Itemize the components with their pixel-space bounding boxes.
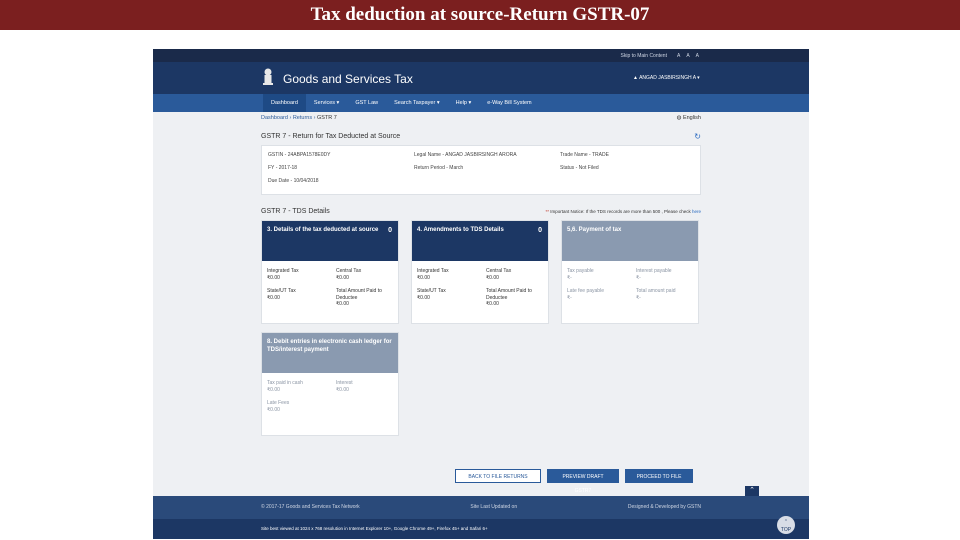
- card-tax-deducted[interactable]: 3. Details of the tax deducted at source…: [261, 220, 399, 324]
- return-summary: GSTIN - 24ABPA1578E0DY Legal Name - ANGA…: [261, 145, 701, 195]
- legal-name: Legal Name - ANGAD JASBIRSINGH ARORA: [414, 152, 517, 158]
- back-to-top-button[interactable]: ⌃ TOP: [777, 516, 795, 534]
- preview-draft-button[interactable]: PREVIEW DRAFT GSTR7: [547, 469, 619, 494]
- nav-search-taxpayer[interactable]: Search Taxpayer ▾: [386, 94, 447, 112]
- return-title: GSTR 7 - Return for Tax Deducted at Sour…: [261, 132, 401, 140]
- important-notice: ** Important Notice: If the TDS records …: [545, 208, 701, 214]
- globe-icon: ◍: [676, 115, 682, 121]
- language-selector[interactable]: ◍ English: [677, 115, 701, 121]
- main-content: Dashboard › Returns › GSTR 7 ◍ English G…: [261, 112, 701, 436]
- card-title: 4. Amendments to TDS Details: [417, 227, 504, 233]
- gst-portal-screenshot: Skip to Main Content A A A Goods and Ser…: [153, 49, 809, 539]
- card-debit-entries[interactable]: 8. Debit entries in electronic cash ledg…: [261, 332, 399, 436]
- site-footer: © 2017-17 Goods and Services Tax Network…: [153, 496, 809, 539]
- national-emblem-icon: [263, 68, 273, 85]
- footer-browser-note: Site best viewed at 1024 x 768 resolutio…: [153, 519, 809, 539]
- return-status: Status - Not Filed: [560, 165, 599, 171]
- breadcrumb-current: GSTR 7: [317, 115, 337, 121]
- financial-year: FY - 2017-18: [268, 165, 298, 171]
- user-menu[interactable]: ▲ ANGAD JASBIRSINGH A ▾: [633, 75, 700, 81]
- user-icon: ▲: [633, 75, 638, 81]
- card-title: 8. Debit entries in electronic cash ledg…: [267, 339, 392, 354]
- gstin: GSTIN - 24ABPA1578E0DY: [268, 152, 331, 158]
- record-count-badge: 0: [388, 227, 392, 234]
- refresh-icon[interactable]: ↻: [694, 132, 701, 141]
- nav-services[interactable]: Services ▾: [306, 94, 347, 112]
- site-brand[interactable]: Goods and Services Tax: [283, 72, 413, 86]
- nav-help[interactable]: Help ▾: [448, 94, 480, 112]
- nav-dashboard[interactable]: Dashboard: [263, 94, 306, 112]
- card-payment-of-tax[interactable]: 5,6. Payment of tax Tax payable ₹- Intere…: [561, 220, 699, 324]
- trade-name: Trade Name - TRADE: [560, 152, 609, 158]
- scroll-top-icon[interactable]: ⌃: [745, 486, 759, 496]
- breadcrumb-returns[interactable]: Returns: [293, 115, 312, 121]
- nav-gst-law[interactable]: GST Law: [347, 94, 386, 112]
- language-label: English: [682, 115, 701, 121]
- breadcrumb: Dashboard › Returns › GSTR 7 ◍ English: [261, 115, 701, 121]
- font-size-small[interactable]: A: [677, 53, 680, 59]
- card-title: 5,6. Payment of tax: [567, 227, 622, 233]
- breadcrumb-dashboard[interactable]: Dashboard: [261, 115, 288, 121]
- top-utility-bar: Skip to Main Content A A A: [153, 49, 809, 62]
- record-count-badge: 0: [538, 227, 542, 234]
- main-nav: Dashboard Services ▾ GST Law Search Taxp…: [153, 94, 809, 112]
- proceed-to-file-button[interactable]: PROCEED TO FILE: [625, 469, 693, 483]
- chevron-up-icon: ⌃: [783, 519, 789, 525]
- footer-copyright: © 2017-17 Goods and Services Tax Network: [261, 504, 360, 510]
- tds-details-title: GSTR 7 - TDS Details: [261, 207, 330, 215]
- user-name: ANGAD JASBIRSINGH A: [639, 75, 696, 81]
- slide-title: Tax deduction at source-Return GSTR-07: [0, 0, 960, 30]
- nav-eway-bill[interactable]: e-Way Bill System: [479, 94, 539, 112]
- skip-to-main-link[interactable]: Skip to Main Content: [621, 53, 667, 59]
- font-size-large[interactable]: A: [696, 53, 699, 59]
- tds-cards: 3. Details of the tax deducted at source…: [261, 220, 701, 436]
- return-period: Return Period - March: [414, 165, 464, 171]
- card-title: 3. Details of the tax deducted at source: [267, 227, 379, 233]
- site-header: Goods and Services Tax ▲ ANGAD JASBIRSIN…: [153, 62, 809, 94]
- card-amendments[interactable]: 4. Amendments to TDS Details 0 Integrate…: [411, 220, 549, 324]
- due-date: Due Date - 10/04/2018: [268, 178, 319, 184]
- action-bar: BACK TO FILE RETURNS PREVIEW DRAFT GSTR7…: [455, 469, 693, 494]
- notice-here-link[interactable]: here: [692, 209, 701, 214]
- back-to-file-returns-button[interactable]: BACK TO FILE RETURNS: [455, 469, 541, 483]
- footer-updated: Site Last Updated on: [470, 504, 518, 510]
- footer-designed: Designed & Developed by GSTN: [627, 504, 701, 510]
- font-size-medium[interactable]: A: [686, 53, 689, 59]
- chevron-down-icon: ▾: [697, 75, 700, 81]
